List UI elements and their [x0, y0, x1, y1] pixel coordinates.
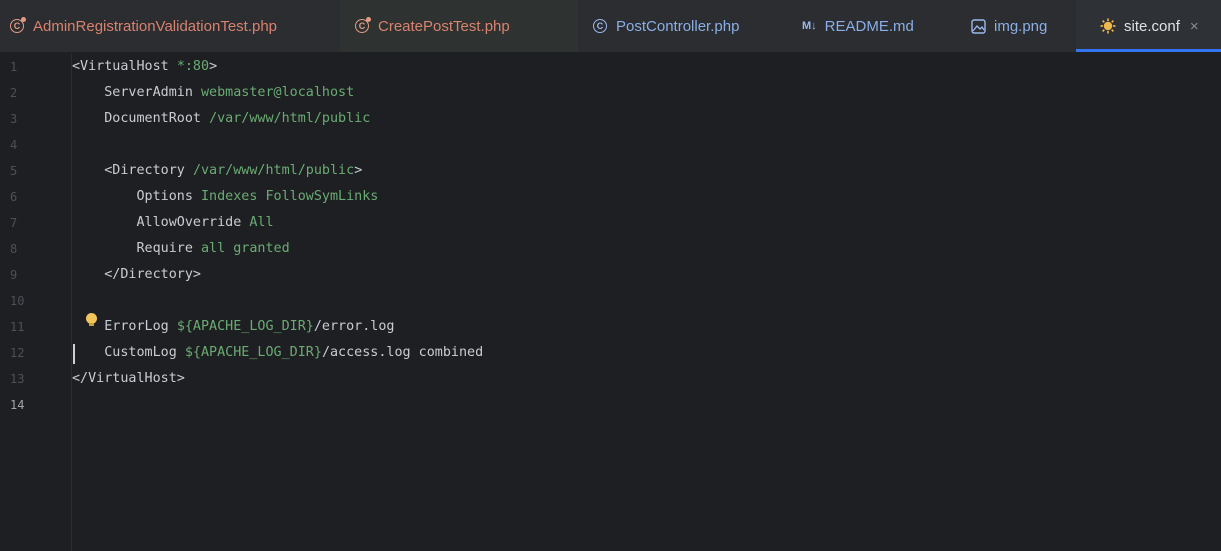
- line-number: 8: [10, 242, 18, 256]
- code-line: <VirtualHost *:80>: [72, 54, 217, 80]
- tab-label: img.png: [994, 17, 1048, 35]
- code-line: ErrorLog ${APACHE_LOG_DIR}/error.log: [72, 314, 395, 340]
- code-key: </VirtualHost>: [72, 371, 185, 386]
- lightbulb-icon[interactable]: [86, 313, 97, 326]
- code-line: CustomLog ${APACHE_LOG_DIR}/access.log c…: [72, 340, 483, 366]
- php-class-icon: C: [9, 17, 26, 34]
- code-key: DocumentRoot: [72, 111, 210, 126]
- code-line: <Directory /var/www/html/public>: [72, 158, 362, 184]
- code-line: DocumentRoot /var/www/html/public: [72, 106, 370, 132]
- line-number-gutter: 1 2 3 4 5 6 7 8 9 10 11 12 13 14: [0, 53, 72, 551]
- editor-tab-bar: C AdminRegistrationValidationTest.php C …: [0, 0, 1221, 53]
- line-number: 4: [10, 138, 18, 152]
- code-key: <VirtualHost: [72, 59, 177, 74]
- code-value: /var/www/html/public: [209, 111, 371, 126]
- tab-create-post-test[interactable]: C CreatePostTest.php: [340, 0, 578, 52]
- code-line: Options Indexes FollowSymLinks: [72, 184, 378, 210]
- image-icon: [970, 18, 986, 34]
- line-number: 11: [10, 320, 25, 334]
- config-icon: [1100, 18, 1116, 34]
- php-class-icon: C: [354, 17, 371, 34]
- tab-admin-registration-validation-test[interactable]: C AdminRegistrationValidationTest.php: [0, 0, 340, 52]
- code-value: /var/www/html/public: [192, 163, 355, 178]
- tab-site-conf[interactable]: site.conf ×: [1076, 0, 1221, 52]
- code-tail: /access.log combined: [321, 345, 484, 360]
- line-number-current: 14: [10, 398, 25, 412]
- code-key: AllowOverride: [72, 215, 250, 230]
- line-number: 9: [10, 268, 18, 282]
- code-key: Require: [72, 241, 201, 256]
- php-class-icon: C: [592, 18, 608, 34]
- line-number: 3: [10, 112, 18, 126]
- close-icon[interactable]: ×: [1190, 18, 1199, 35]
- code-tail: /error.log: [313, 319, 395, 334]
- tab-readme[interactable]: M↓ README.md: [790, 0, 953, 52]
- line-number: 13: [10, 372, 25, 386]
- tab-label: CreatePostTest.php: [378, 17, 510, 35]
- code-value: webmaster@localhost: [201, 85, 355, 100]
- code-value: *:80: [176, 59, 210, 74]
- code-value: ${APACHE_LOG_DIR}: [176, 319, 314, 334]
- tab-post-controller[interactable]: C PostController.php: [578, 0, 790, 52]
- line-number: 1: [10, 60, 18, 74]
- code-tail: >: [354, 163, 363, 178]
- line-number: 12: [10, 346, 25, 360]
- code-value: Indexes FollowSymLinks: [201, 189, 379, 204]
- code-key: <Directory: [72, 163, 193, 178]
- code-key: Options: [72, 189, 201, 204]
- code-line: </VirtualHost>: [72, 366, 185, 392]
- markdown-icon: M↓: [802, 20, 817, 32]
- code-line: ServerAdmin webmaster@localhost: [72, 80, 354, 106]
- code-line: Require all granted: [72, 236, 290, 262]
- line-number: 5: [10, 164, 18, 178]
- code-key: </Directory>: [72, 267, 201, 282]
- line-number: 6: [10, 190, 18, 204]
- line-number: 2: [10, 86, 18, 100]
- code-tail: >: [209, 59, 218, 74]
- code-key: ServerAdmin: [72, 85, 201, 100]
- code-value: all granted: [201, 241, 290, 256]
- line-number: 10: [10, 294, 25, 308]
- text-caret: [73, 344, 75, 364]
- tab-label: site.conf: [1124, 17, 1180, 35]
- code-key: CustomLog: [72, 345, 185, 360]
- tab-label: PostController.php: [616, 17, 740, 35]
- code-value: ${APACHE_LOG_DIR}: [184, 345, 322, 360]
- code-line: </Directory>: [72, 262, 201, 288]
- tab-label: AdminRegistrationValidationTest.php: [33, 17, 278, 35]
- code-editor[interactable]: <VirtualHost *:80> ServerAdmin webmaster…: [72, 53, 1221, 551]
- line-number: 7: [10, 216, 18, 230]
- code-value: All: [249, 215, 274, 230]
- tab-img-png[interactable]: img.png: [953, 0, 1076, 52]
- code-line: AllowOverride All: [72, 210, 274, 236]
- tab-label: README.md: [824, 17, 914, 35]
